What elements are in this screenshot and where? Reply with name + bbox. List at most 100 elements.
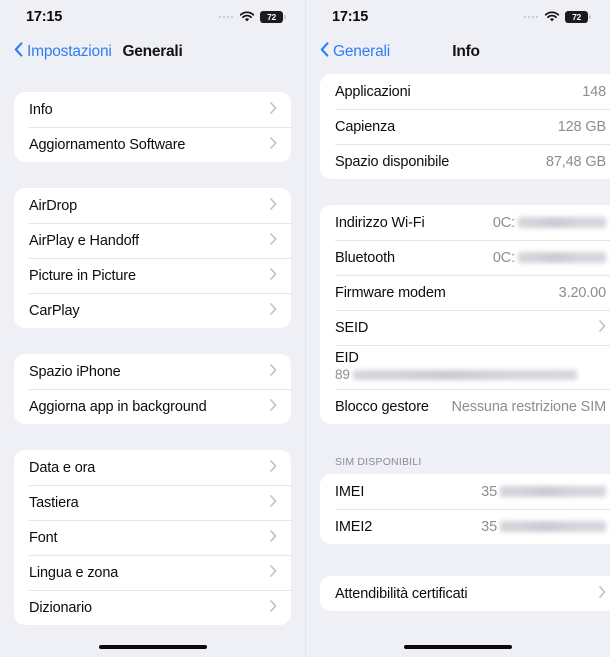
- row-label: Capienza: [335, 118, 396, 135]
- cellular-signal-icon: [523, 15, 538, 19]
- screenshot-left-generali: 17:15 72 Impostazioni Generali Info Aggi…: [0, 0, 305, 657]
- back-button-impostazioni[interactable]: Impostazioni: [14, 42, 112, 62]
- row-capienza: Capienza 128 GB: [320, 109, 610, 144]
- row-value: 89: [335, 367, 606, 383]
- settings-list-left: Info Aggiornamento Software AirDrop AirP…: [0, 70, 305, 625]
- sidebar-item-font[interactable]: Font: [14, 520, 291, 555]
- sidebar-item-airdrop[interactable]: AirDrop: [14, 188, 291, 223]
- redacted-value: [352, 370, 577, 380]
- row-label: EID: [335, 350, 359, 366]
- home-indicator-bar[interactable]: [98, 644, 207, 649]
- row-label: Firmware modem: [335, 284, 446, 301]
- top-spacer: [14, 70, 291, 92]
- settings-group-1: Info Aggiornamento Software: [14, 92, 291, 162]
- nav-bar-left: Impostazioni Generali: [0, 34, 305, 70]
- row-label: CarPlay: [29, 302, 80, 319]
- chevron-right-icon: [270, 564, 277, 582]
- row-label: Tastiera: [29, 494, 79, 511]
- row-value: 35: [481, 484, 606, 500]
- status-indicators: 72: [218, 11, 286, 23]
- sidebar-item-aggiornamento-software[interactable]: Aggiornamento Software: [14, 127, 291, 162]
- row-applicazioni: Applicazioni 148: [320, 74, 610, 109]
- status-indicators: 72: [523, 11, 591, 23]
- status-bar-right: 17:15 72: [306, 0, 610, 34]
- row-value: 0C:: [493, 215, 606, 231]
- row-attendibilita-certificati[interactable]: Attendibilità certificati: [320, 576, 610, 611]
- chevron-right-icon: [599, 585, 606, 603]
- row-label: Aggiornamento Software: [29, 136, 186, 153]
- row-value: 148: [582, 83, 606, 100]
- screenshot-right-info: 17:15 72 Generali Info Applicazioni 148 …: [305, 0, 610, 657]
- sidebar-item-aggiorna-app-background[interactable]: Aggiorna app in background: [14, 389, 291, 424]
- info-group-certificates: Attendibilità certificati: [320, 576, 610, 611]
- battery-cap: [589, 14, 591, 20]
- row-value: 128 GB: [557, 118, 606, 135]
- battery-percent-label: 72: [267, 11, 276, 22]
- row-label: Blocco gestore: [335, 398, 429, 415]
- sidebar-item-spazio-iphone[interactable]: Spazio iPhone: [14, 354, 291, 389]
- sidebar-item-info[interactable]: Info: [14, 92, 291, 127]
- row-label: Info: [29, 101, 53, 118]
- row-label: Picture in Picture: [29, 267, 136, 284]
- dual-screenshot-container: 17:15 72 Impostazioni Generali Info Aggi…: [0, 0, 610, 657]
- row-label: IMEI: [335, 483, 365, 500]
- wifi-icon: [239, 11, 255, 23]
- chevron-right-icon: [599, 319, 606, 337]
- sidebar-item-tastiera[interactable]: Tastiera: [14, 485, 291, 520]
- chevron-right-icon: [270, 101, 277, 119]
- battery-percent-label: 72: [572, 11, 581, 22]
- row-eid: EID 89: [320, 345, 610, 389]
- sidebar-item-picture-in-picture[interactable]: Picture in Picture: [14, 258, 291, 293]
- row-label: AirPlay e Handoff: [29, 232, 140, 249]
- row-value: Nessuna restrizione SIM: [451, 398, 607, 415]
- row-value: 35: [481, 519, 606, 535]
- row-label: Bluetooth: [335, 249, 395, 266]
- chevron-left-icon: [14, 42, 23, 62]
- row-firmware-modem: Firmware modem 3.20.00: [320, 275, 610, 310]
- chevron-right-icon: [270, 599, 277, 617]
- sidebar-item-airplay-handoff[interactable]: AirPlay e Handoff: [14, 223, 291, 258]
- chevron-left-icon: [320, 42, 329, 62]
- home-indicator-left[interactable]: [0, 644, 305, 649]
- home-indicator-bar[interactable]: [404, 644, 512, 649]
- row-blocco-gestore: Blocco gestore Nessuna restrizione SIM: [320, 389, 610, 424]
- sidebar-item-carplay[interactable]: CarPlay: [14, 293, 291, 328]
- battery-icon: 72: [565, 11, 591, 23]
- status-time: 17:15: [332, 9, 369, 25]
- status-time: 17:15: [26, 9, 63, 25]
- chevron-right-icon: [270, 197, 277, 215]
- cellular-signal-icon: [218, 15, 233, 19]
- chevron-right-icon: [270, 302, 277, 320]
- sidebar-item-data-e-ora[interactable]: Data e ora: [14, 450, 291, 485]
- row-label: AirDrop: [29, 197, 78, 214]
- chevron-right-icon: [270, 398, 277, 416]
- row-label: Data e ora: [29, 459, 96, 476]
- section-header-sim-disponibili: SIM DISPONIBILI: [335, 456, 422, 468]
- wifi-icon: [544, 11, 560, 23]
- sidebar-item-dizionario[interactable]: Dizionario: [14, 590, 291, 625]
- info-list-right: Applicazioni 148 Capienza 128 GB Spazio …: [306, 70, 610, 611]
- chevron-right-icon: [270, 267, 277, 285]
- row-imei: IMEI 35: [320, 474, 610, 509]
- row-label: Font: [29, 529, 58, 546]
- row-label: Dizionario: [29, 599, 92, 616]
- row-spazio-disponibile: Spazio disponibile 87,48 GB: [320, 144, 610, 179]
- redacted-value: [500, 486, 606, 497]
- settings-group-2: AirDrop AirPlay e Handoff Picture in Pic…: [14, 188, 291, 328]
- row-label: Spazio iPhone: [29, 363, 121, 380]
- row-label: IMEI2: [335, 518, 373, 535]
- row-value: 3.20.00: [558, 284, 606, 301]
- bluetooth-mac-prefix: 0C:: [492, 249, 515, 266]
- sidebar-item-lingua-e-zona[interactable]: Lingua e zona: [14, 555, 291, 590]
- battery-cap: [284, 14, 286, 20]
- imei-prefix: 35: [481, 483, 497, 500]
- status-bar-left: 17:15 72: [0, 0, 305, 34]
- home-indicator-right[interactable]: [306, 644, 610, 649]
- row-seid[interactable]: SEID: [320, 310, 610, 345]
- info-group-storage: Applicazioni 148 Capienza 128 GB Spazio …: [320, 74, 610, 179]
- back-button-generali[interactable]: Generali: [320, 42, 390, 62]
- row-label: SEID: [335, 319, 369, 336]
